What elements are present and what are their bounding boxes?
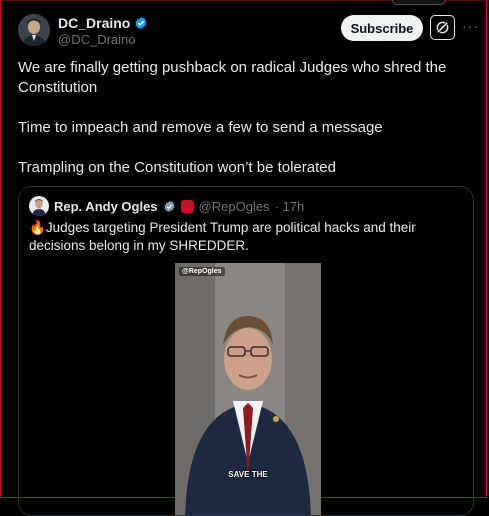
affiliation-badge-icon: [180, 199, 194, 213]
grok-icon[interactable]: [430, 15, 455, 40]
author-name[interactable]: DC_Draino: [58, 15, 130, 31]
fire-emoji: 🔥: [29, 220, 46, 235]
author-name-row: DC_Draino: [58, 15, 148, 31]
tweet-header: DC_Draino @DC_Draino Subscribe ···: [18, 14, 478, 50]
quoted-tweet-header: Rep. Andy Ogles @RepOgles · 17h: [29, 196, 304, 216]
tweet-line-3: Trampling on the Constitution won’t be t…: [18, 159, 336, 176]
top-tab-nub: [392, 0, 446, 5]
video-thumbnail[interactable]: @RepOgles SAVE THE: [175, 263, 321, 515]
author-avatar[interactable]: [18, 14, 50, 46]
quoted-author-handle[interactable]: @RepOgles: [199, 199, 270, 214]
quoted-author-avatar[interactable]: [29, 196, 49, 216]
subscribe-button[interactable]: Subscribe: [341, 15, 423, 41]
tweet-line-2: Time to impeach and remove a few to send…: [18, 119, 383, 136]
more-icon[interactable]: ···: [462, 18, 479, 34]
video-caption: SAVE THE: [228, 470, 268, 479]
quoted-timestamp[interactable]: · 17h: [275, 199, 305, 214]
author-handle[interactable]: @DC_Draino: [58, 32, 136, 47]
tweet-line-1: We are finally getting pushback on radic…: [18, 59, 447, 96]
quoted-verified-badge-icon: [164, 200, 175, 212]
verified-badge-icon: [135, 16, 147, 30]
tweet-text: We are finally getting pushback on radic…: [18, 58, 468, 198]
quoted-tweet-text: 🔥Judges targeting President Trump are po…: [29, 219, 459, 255]
quoted-author-name[interactable]: Rep. Andy Ogles: [54, 199, 158, 214]
quoted-tweet-body: Judges targeting President Trump are pol…: [29, 220, 416, 253]
quoted-tweet[interactable]: Rep. Andy Ogles @RepOgles · 17h 🔥Judges …: [18, 186, 474, 516]
video-watermark: @RepOgles: [179, 267, 225, 276]
